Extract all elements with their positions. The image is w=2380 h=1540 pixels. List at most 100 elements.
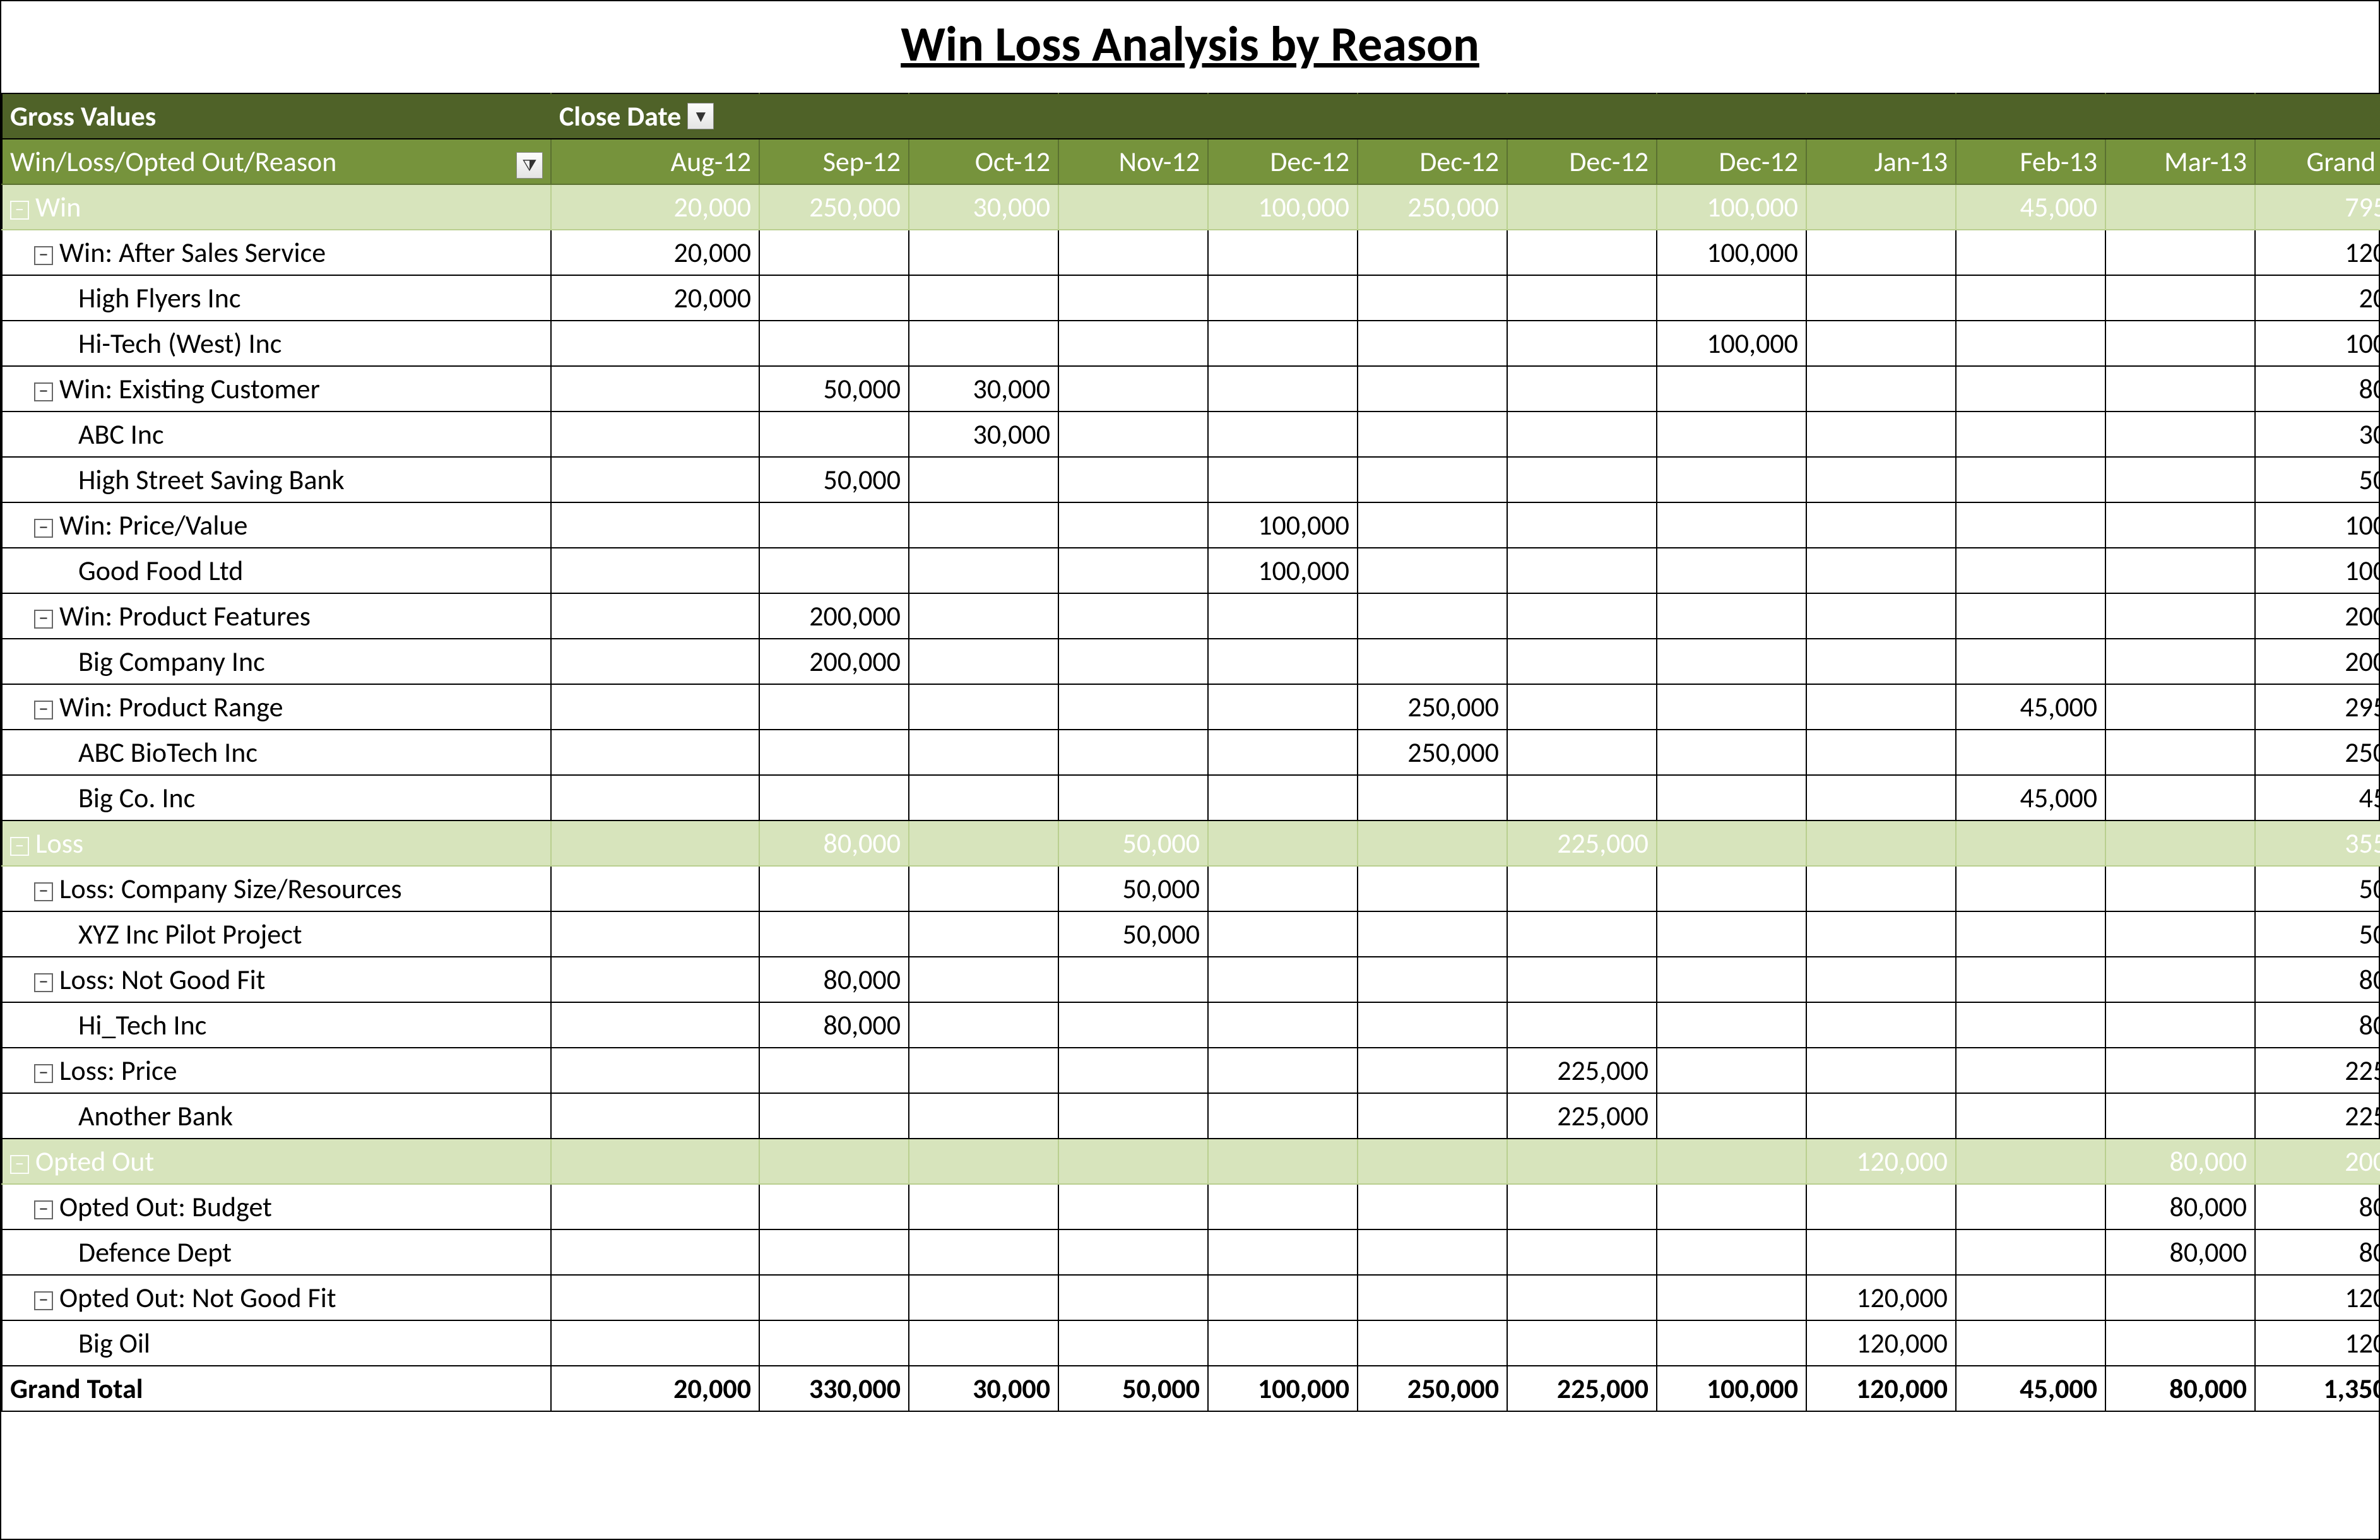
cell <box>909 1048 1058 1093</box>
group-win[interactable]: −Win <box>2 184 551 230</box>
cell <box>551 866 759 911</box>
cell <box>1657 593 1806 639</box>
reason-row[interactable]: −Opted Out: Budget <box>2 1184 551 1229</box>
cell <box>909 639 1058 684</box>
collapse-icon[interactable]: − <box>34 701 53 720</box>
collapse-icon[interactable]: − <box>10 1155 29 1174</box>
cell <box>1058 1229 1208 1275</box>
group-val <box>2105 820 2255 866</box>
collapse-icon[interactable]: − <box>34 973 53 992</box>
cell <box>2105 684 2255 730</box>
collapse-icon[interactable]: − <box>10 201 29 220</box>
reason-row[interactable]: −Win: After Sales Service <box>2 230 551 275</box>
col-hdr-6: Dec-12 <box>1507 139 1657 184</box>
collapse-icon[interactable]: − <box>34 882 53 901</box>
cell <box>1507 412 1657 457</box>
row-labels-filter-icon[interactable]: ⧩ <box>516 152 543 179</box>
cell <box>551 1275 759 1320</box>
cell: 50,000 <box>2255 866 2380 911</box>
reason-label: Win: After Sales Service <box>59 235 326 270</box>
cell <box>759 911 909 957</box>
company-row: High Flyers Inc <box>2 275 551 321</box>
collapse-icon[interactable]: − <box>34 1200 53 1219</box>
collapse-icon[interactable]: − <box>10 837 29 856</box>
cell <box>1507 1320 1657 1366</box>
cell <box>1358 639 1507 684</box>
cell <box>551 730 759 775</box>
cell <box>1358 275 1507 321</box>
cell <box>1806 684 1956 730</box>
cell <box>1358 957 1507 1002</box>
reason-label: Loss: Price <box>59 1053 177 1087</box>
cell <box>1956 639 2105 684</box>
reason-row[interactable]: −Loss: Company Size/Resources <box>2 866 551 911</box>
cell <box>1058 730 1208 775</box>
collapse-icon[interactable]: − <box>34 1291 53 1310</box>
reason-row[interactable]: −Win: Product Range <box>2 684 551 730</box>
reason-row[interactable]: −Loss: Price <box>2 1048 551 1093</box>
reason-row[interactable]: −Opted Out: Not Good Fit <box>2 1275 551 1320</box>
cell <box>759 1229 909 1275</box>
cell <box>1657 412 1806 457</box>
cell <box>551 593 759 639</box>
cell <box>2105 593 2255 639</box>
col-hdr-8: Jan-13 <box>1806 139 1956 184</box>
hdr-blank <box>2105 93 2255 139</box>
reason-row[interactable]: −Win: Product Features <box>2 593 551 639</box>
cell <box>2105 1320 2255 1366</box>
group-val <box>1956 1139 2105 1184</box>
group-opted-out[interactable]: −Opted Out <box>2 1139 551 1184</box>
cell <box>2105 1093 2255 1139</box>
group-val: 100,000 <box>1208 184 1358 230</box>
cell <box>759 775 909 820</box>
cell <box>1806 1002 1956 1048</box>
cell <box>909 1093 1058 1139</box>
cell <box>1358 502 1507 548</box>
reason-row[interactable]: −Loss: Not Good Fit <box>2 957 551 1002</box>
cell: 100,000 <box>2255 548 2380 593</box>
collapse-icon[interactable]: − <box>34 519 53 538</box>
cell: 120,000 <box>1806 1320 1956 1366</box>
cell: 80,000 <box>759 957 909 1002</box>
company-label: High Flyers Inc <box>78 281 240 315</box>
cell <box>909 230 1058 275</box>
group-val <box>1956 820 2105 866</box>
reason-row[interactable]: −Win: Existing Customer <box>2 366 551 412</box>
company-row: Defence Dept <box>2 1229 551 1275</box>
group-val: 80,000 <box>2105 1139 2255 1184</box>
cell <box>1657 1093 1806 1139</box>
group-loss[interactable]: −Loss <box>2 820 551 866</box>
reason-label: Opted Out: Not Good Fit <box>59 1281 336 1315</box>
grand-total-val: 20,000 <box>551 1366 759 1411</box>
cell <box>2105 230 2255 275</box>
cell <box>759 1093 909 1139</box>
collapse-icon[interactable]: − <box>34 610 53 629</box>
cell <box>2105 639 2255 684</box>
cell <box>759 866 909 911</box>
reason-row[interactable]: −Win: Price/Value <box>2 502 551 548</box>
col-hdr-4: Dec-12 <box>1208 139 1358 184</box>
cell <box>1806 957 1956 1002</box>
cell <box>1657 1184 1806 1229</box>
cell: 225,000 <box>2255 1048 2380 1093</box>
group-val <box>1208 820 1358 866</box>
group-label: Opted Out <box>35 1144 154 1178</box>
cell <box>1507 321 1657 366</box>
cell <box>1956 1275 2105 1320</box>
cell <box>551 957 759 1002</box>
collapse-icon[interactable]: − <box>34 246 53 265</box>
grand-total-val: 80,000 <box>2105 1366 2255 1411</box>
cell <box>1657 1320 1806 1366</box>
collapse-icon[interactable]: − <box>34 1064 53 1083</box>
cell <box>1208 1275 1358 1320</box>
cell <box>909 1184 1058 1229</box>
group-val: 80,000 <box>759 820 909 866</box>
collapse-icon[interactable]: − <box>34 382 53 401</box>
cell <box>1657 911 1806 957</box>
cell: 250,000 <box>1358 730 1507 775</box>
cell <box>1208 684 1358 730</box>
cell <box>1358 321 1507 366</box>
group-val <box>1806 820 1956 866</box>
cell: 120,000 <box>1806 1275 1956 1320</box>
close-date-dropdown-icon[interactable]: ▼ <box>687 103 714 129</box>
